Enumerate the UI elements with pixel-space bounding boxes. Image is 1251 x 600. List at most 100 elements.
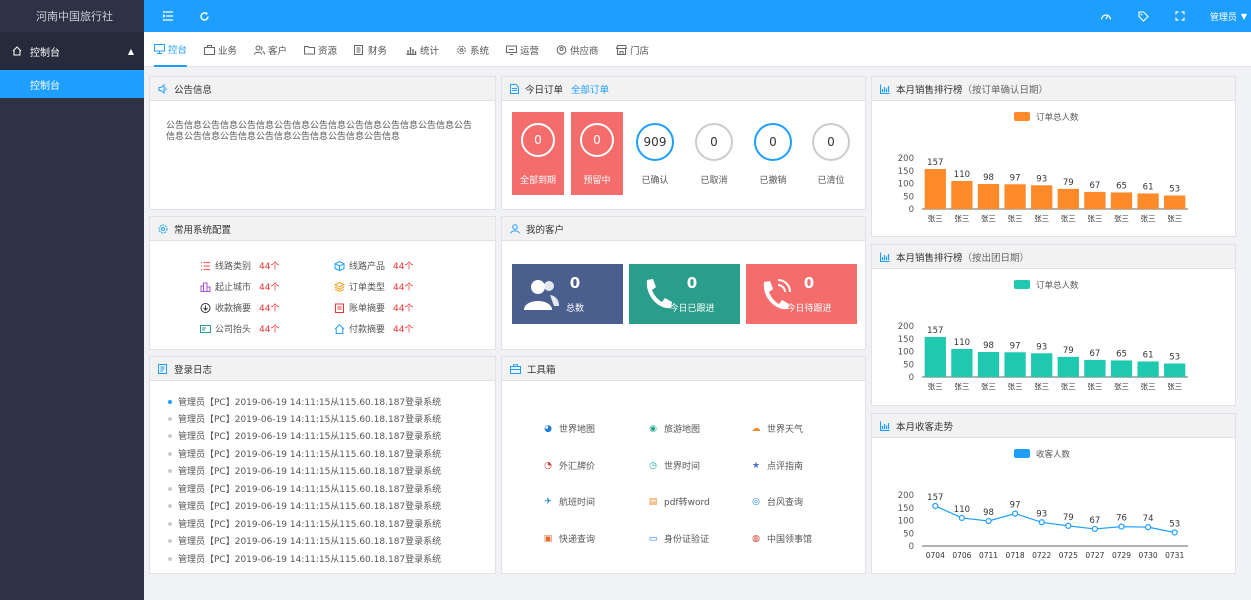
order-stat-cleared[interactable]: 0 已清位 [805,123,857,186]
y-tick-label: 200 [898,322,914,332]
order-stat-revoked[interactable]: 0 已撤销 [747,123,799,186]
tab-stores[interactable]: 门店 [616,32,649,67]
y-tick-label: 150 [898,504,914,514]
menu-toggle-icon[interactable] [162,10,174,22]
bar-chart-icon [880,252,890,262]
tool-item[interactable]: ◕ 世界地图 [542,422,595,436]
tab-business[interactable]: 业务 [204,32,237,67]
y-tick-label: 100 [898,348,914,358]
panel-header: 工具箱 [502,357,865,381]
order-box-reserved[interactable]: 0 预留中 [571,112,623,195]
data-label: 157 [927,493,943,503]
topbar: 管理员 ▼ [144,0,1251,32]
tool-item[interactable]: ☁ 世界天气 [750,422,804,436]
panel-header: 公告信息 [150,77,495,101]
orders-panel: 今日订单 全部订单 0 全部到期 0 预留中 909 已确认 0 已取消 0 已… [501,76,866,210]
config-item-cities[interactable]: 起止城市 44个 [200,280,279,293]
tool-item[interactable]: ◉ 旅游地图 [647,422,700,436]
tab-dashboard[interactable]: 控台 [154,32,188,67]
bar [951,348,973,377]
all-orders-link[interactable]: 全部订单 [571,82,609,96]
panel-title: 公告信息 [174,84,213,96]
tool-icon: ★ [751,460,761,471]
refresh-icon[interactable] [198,10,210,22]
tool-item[interactable]: ◎ 台风查询 [750,495,803,509]
tool-item[interactable]: ◍ 中国领事馆 [750,532,812,546]
x-tick-label: 张三 [1087,214,1102,223]
sales-rank-departure-panel: 本月销售排行榜 （按出团日期） 订单总人数 200 150 100 50 0 157 张三 11… [871,244,1236,406]
log-entry: 管理员【PC】2019-06-19 14:11:15从115.60.18.187… [168,412,441,425]
config-item-route-type[interactable]: 线路类别 44个 [200,259,279,272]
cube-icon [334,260,345,271]
dashboard-icon[interactable] [1100,10,1112,22]
tool-item[interactable]: ✈ 航班时间 [542,495,595,509]
order-stat-value: 0 [695,123,733,161]
x-tick-label: 张三 [1008,382,1023,391]
tool-icon: ▤ [648,496,658,507]
tool-icon: ☁ [751,423,761,434]
customer-card-value: 0 [569,274,581,292]
data-label: 110 [954,338,970,348]
tab-customers[interactable]: 客户 [254,32,287,67]
app-title: 河南中国旅行社 [0,0,144,32]
customer-card-followed[interactable]: 0 今日已跟进 [629,264,740,324]
tab-suppliers[interactable]: 供应商 [556,32,599,67]
order-box-expired[interactable]: 0 全部到期 [512,112,564,195]
tab-label: 运营 [520,45,540,57]
config-item-company-header[interactable]: 公司抬头 44个 [200,322,279,335]
tool-label: 身份证验证 [664,535,710,545]
config-item-order-type[interactable]: 订单类型 44个 [334,280,413,293]
tab-resources[interactable]: 资源 [304,32,337,67]
bar [1004,184,1026,209]
config-item-payment-summary[interactable]: 付款摘要 44个 [334,322,413,335]
data-point [1038,519,1045,526]
panel-subtitle: （按订单确认日期） [962,84,1049,96]
config-item-receipt-summary[interactable]: 收款摘要 44个 [200,301,279,314]
bullet-icon [168,521,172,526]
config-item-route-product[interactable]: 线路产品 44个 [334,259,413,272]
caret-up-icon: ▲ [127,46,134,56]
tool-icon: ◉ [649,423,657,434]
home-icon [12,46,22,56]
data-label: 67 [1089,516,1100,526]
tab-operations[interactable]: 运营 [506,32,539,67]
tab-finance[interactable]: 财务 [354,32,387,67]
tool-label: 世界时间 [664,462,701,472]
config-label: 账单摘要 [349,304,386,314]
panel-title: 本月收客走势 [896,421,954,433]
panel-header: 今日订单 全部订单 [502,77,865,101]
customer-card-total[interactable]: 0 总数 [512,264,623,324]
customer-card-pending[interactable]: 0 今日待跟进 [746,264,857,324]
order-stat-confirmed[interactable]: 909 已确认 [629,123,681,186]
user-menu[interactable]: 管理员 ▼ [1210,10,1247,23]
tool-item[interactable]: ◔ 外汇牌价 [542,459,595,473]
tool-item[interactable]: ▣ 快递查询 [542,532,595,546]
module-tabs: 控台 业务 客户 资源 财务 统计 系统 运营 供应商 门店 [144,32,1251,67]
log-entry: 管理员【PC】2019-06-19 14:11:15从115.60.18.187… [168,534,441,547]
users-icon [254,45,265,55]
fullscreen-icon[interactable] [1174,10,1186,22]
tool-item[interactable]: ▤ pdf转word [647,495,710,509]
y-tick-label: 0 [909,542,914,552]
sidebar-item-dashboard[interactable]: 控制台 [0,70,144,98]
config-item-bill-summary[interactable]: 账单摘要 44个 [334,301,413,314]
bullet-icon [168,451,172,456]
tag-icon[interactable] [1137,10,1149,22]
y-tick-label: 0 [909,373,914,383]
panel-title: 登录日志 [174,364,213,376]
tab-statistics[interactable]: 统计 [406,32,439,67]
sidebar-group-label: 控制台 [30,47,60,59]
y-tick-label: 150 [898,335,914,345]
tab-system[interactable]: 系统 [456,32,489,67]
data-label: 110 [954,505,970,515]
data-label: 97 [1010,501,1021,511]
data-label: 93 [1036,342,1047,352]
tool-item[interactable]: ◷ 世界时间 [647,459,701,473]
tool-item[interactable]: ★ 点评指南 [750,459,803,473]
tool-item[interactable]: ▭ 身份证验证 [647,532,710,546]
data-point [1145,524,1152,531]
sidebar-group-dashboard[interactable]: 控制台 ▲ [0,32,144,70]
x-tick-label: 张三 [981,382,996,391]
store-icon [616,44,627,55]
order-stat-cancelled[interactable]: 0 已取消 [688,123,740,186]
